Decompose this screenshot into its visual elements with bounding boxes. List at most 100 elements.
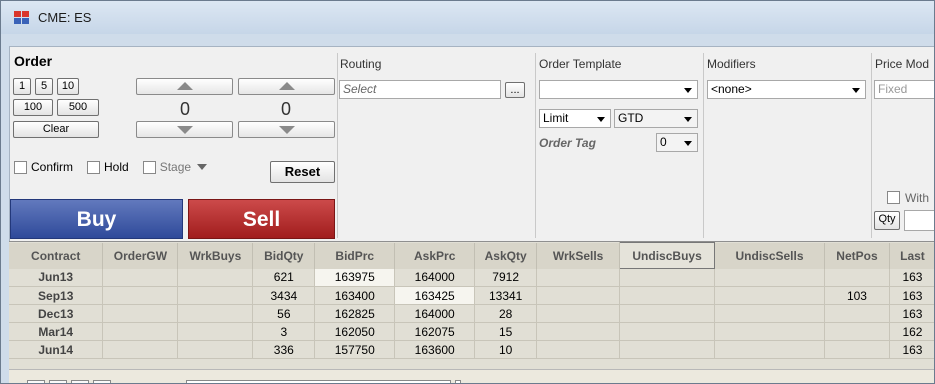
bottom-button[interactable] bbox=[27, 380, 45, 383]
cell-contract[interactable]: Jun14 bbox=[9, 340, 104, 359]
table-row[interactable]: Jun13 621 163975 164000 7912 163 bbox=[9, 268, 934, 287]
cell-bidprc[interactable]: 162050 bbox=[314, 322, 396, 341]
cell-undiscsells[interactable] bbox=[714, 286, 825, 305]
cell-undiscsells[interactable] bbox=[714, 340, 825, 359]
cell-wrkbuys[interactable] bbox=[177, 340, 254, 359]
tif-select[interactable]: GTD bbox=[614, 109, 698, 128]
cell-undiscbuys[interactable] bbox=[619, 268, 716, 287]
qty-button-10[interactable]: 10 bbox=[57, 78, 79, 95]
cell-netpos[interactable] bbox=[824, 304, 890, 323]
col-bidqty[interactable]: BidQty bbox=[252, 242, 316, 269]
cell-netpos[interactable] bbox=[824, 340, 890, 359]
col-last[interactable]: Last bbox=[889, 242, 934, 269]
col-ordergw[interactable]: OrderGW bbox=[102, 242, 179, 269]
confirm-checkbox[interactable] bbox=[14, 160, 27, 174]
cell-wrksells[interactable] bbox=[536, 304, 621, 323]
bottom-input[interactable] bbox=[186, 380, 451, 383]
cell-ordergw[interactable] bbox=[102, 286, 179, 305]
buy-button[interactable]: Buy bbox=[10, 199, 183, 239]
modifiers-select[interactable]: <none> bbox=[707, 80, 866, 99]
cell-askqty[interactable]: 7912 bbox=[474, 268, 538, 287]
order-type-select[interactable]: Limit bbox=[539, 109, 611, 128]
col-contract[interactable]: Contract bbox=[9, 242, 104, 269]
price-up-button[interactable] bbox=[136, 78, 233, 95]
cell-netpos[interactable] bbox=[824, 322, 890, 341]
qty-mode-input[interactable] bbox=[904, 210, 934, 231]
cell-askprc[interactable]: 164000 bbox=[394, 268, 476, 287]
qty-button-5[interactable]: 5 bbox=[35, 78, 53, 95]
cell-netpos[interactable]: 103 bbox=[824, 286, 890, 305]
sell-button[interactable]: Sell bbox=[188, 199, 335, 239]
col-undiscbuys[interactable]: UndiscBuys bbox=[619, 242, 716, 269]
clear-button[interactable]: Clear bbox=[13, 121, 99, 138]
cell-wrksells[interactable] bbox=[536, 322, 621, 341]
cell-wrkbuys[interactable] bbox=[177, 268, 254, 287]
cell-contract[interactable]: Mar14 bbox=[9, 322, 104, 341]
cell-last[interactable]: 163 bbox=[889, 340, 934, 359]
cell-wrksells[interactable] bbox=[536, 340, 621, 359]
hold-checkbox[interactable] bbox=[87, 160, 101, 174]
cell-askprc[interactable]: 162075 bbox=[394, 322, 476, 341]
cell-ordergw[interactable] bbox=[102, 268, 179, 287]
col-wrksells[interactable]: WrkSells bbox=[536, 242, 621, 269]
cell-ordergw[interactable] bbox=[102, 340, 179, 359]
cell-bidqty[interactable]: 336 bbox=[252, 340, 316, 359]
col-askprc[interactable]: AskPrc bbox=[394, 242, 476, 269]
cell-last[interactable]: 163 bbox=[889, 304, 934, 323]
cell-askqty[interactable]: 15 bbox=[474, 322, 538, 341]
cell-askqty[interactable]: 28 bbox=[474, 304, 538, 323]
cell-contract[interactable]: Dec13 bbox=[9, 304, 104, 323]
cell-contract[interactable]: Sep13 bbox=[9, 286, 104, 305]
cell-wrkbuys[interactable] bbox=[177, 322, 254, 341]
cell-bidprc[interactable]: 157750 bbox=[314, 340, 396, 359]
price-mode-select[interactable]: Fixed bbox=[874, 80, 934, 99]
order-tag-select[interactable]: 0 bbox=[656, 133, 698, 152]
cell-askqty[interactable]: 13341 bbox=[474, 286, 538, 305]
cell-netpos[interactable] bbox=[824, 268, 890, 287]
qty-mode-button[interactable]: Qty bbox=[874, 211, 900, 230]
cell-undiscbuys[interactable] bbox=[619, 322, 716, 341]
cell-bidqty[interactable]: 3 bbox=[252, 322, 316, 341]
col-wrkbuys[interactable]: WrkBuys bbox=[177, 242, 254, 269]
cell-askprc[interactable]: 164000 bbox=[394, 304, 476, 323]
table-row[interactable]: Sep13 3434 163400 163425 13341 103 163 bbox=[9, 286, 934, 305]
cell-askprc[interactable]: 163600 bbox=[394, 340, 476, 359]
cell-wrkbuys[interactable] bbox=[177, 286, 254, 305]
qty-button-100[interactable]: 100 bbox=[13, 99, 53, 116]
order-template-select[interactable] bbox=[539, 80, 698, 99]
cell-wrksells[interactable] bbox=[536, 268, 621, 287]
qty-down-button[interactable] bbox=[238, 121, 335, 138]
routing-input[interactable]: Select bbox=[339, 80, 501, 99]
stage-dropdown-icon[interactable] bbox=[197, 164, 208, 170]
cell-undiscbuys[interactable] bbox=[619, 304, 716, 323]
bottom-button[interactable] bbox=[93, 380, 111, 383]
cell-undiscbuys[interactable] bbox=[619, 340, 716, 359]
cell-wrksells[interactable] bbox=[536, 286, 621, 305]
cell-undiscsells[interactable] bbox=[714, 268, 825, 287]
with-checkbox[interactable] bbox=[887, 191, 900, 204]
table-row[interactable]: Mar14 3 162050 162075 15 162 bbox=[9, 322, 934, 341]
col-undiscsells[interactable]: UndiscSells bbox=[714, 242, 825, 269]
reset-button[interactable]: Reset bbox=[270, 161, 335, 183]
cell-last[interactable]: 162 bbox=[889, 322, 934, 341]
cell-ordergw[interactable] bbox=[102, 304, 179, 323]
cell-undiscbuys[interactable] bbox=[619, 286, 716, 305]
table-row[interactable]: Dec13 56 162825 164000 28 163 bbox=[9, 304, 934, 323]
qty-button-500[interactable]: 500 bbox=[57, 99, 99, 116]
bottom-button[interactable] bbox=[71, 380, 89, 383]
bottom-handle[interactable] bbox=[455, 380, 461, 383]
cell-last[interactable]: 163 bbox=[889, 286, 934, 305]
cell-bidqty[interactable]: 56 bbox=[252, 304, 316, 323]
stage-checkbox[interactable] bbox=[142, 160, 156, 174]
bottom-button[interactable] bbox=[49, 380, 67, 383]
cell-bidprc[interactable]: 162825 bbox=[314, 304, 396, 323]
cell-bidqty[interactable]: 621 bbox=[252, 268, 316, 287]
col-bidprc[interactable]: BidPrc bbox=[314, 242, 396, 269]
col-netpos[interactable]: NetPos bbox=[824, 242, 890, 269]
cell-askprc[interactable]: 163425 bbox=[394, 286, 476, 305]
cell-wrkbuys[interactable] bbox=[177, 304, 254, 323]
price-down-button[interactable] bbox=[136, 121, 233, 138]
col-askqty[interactable]: AskQty bbox=[474, 242, 538, 269]
cell-bidprc[interactable]: 163400 bbox=[314, 286, 396, 305]
table-row[interactable]: Jun14 336 157750 163600 10 163 bbox=[9, 340, 934, 359]
